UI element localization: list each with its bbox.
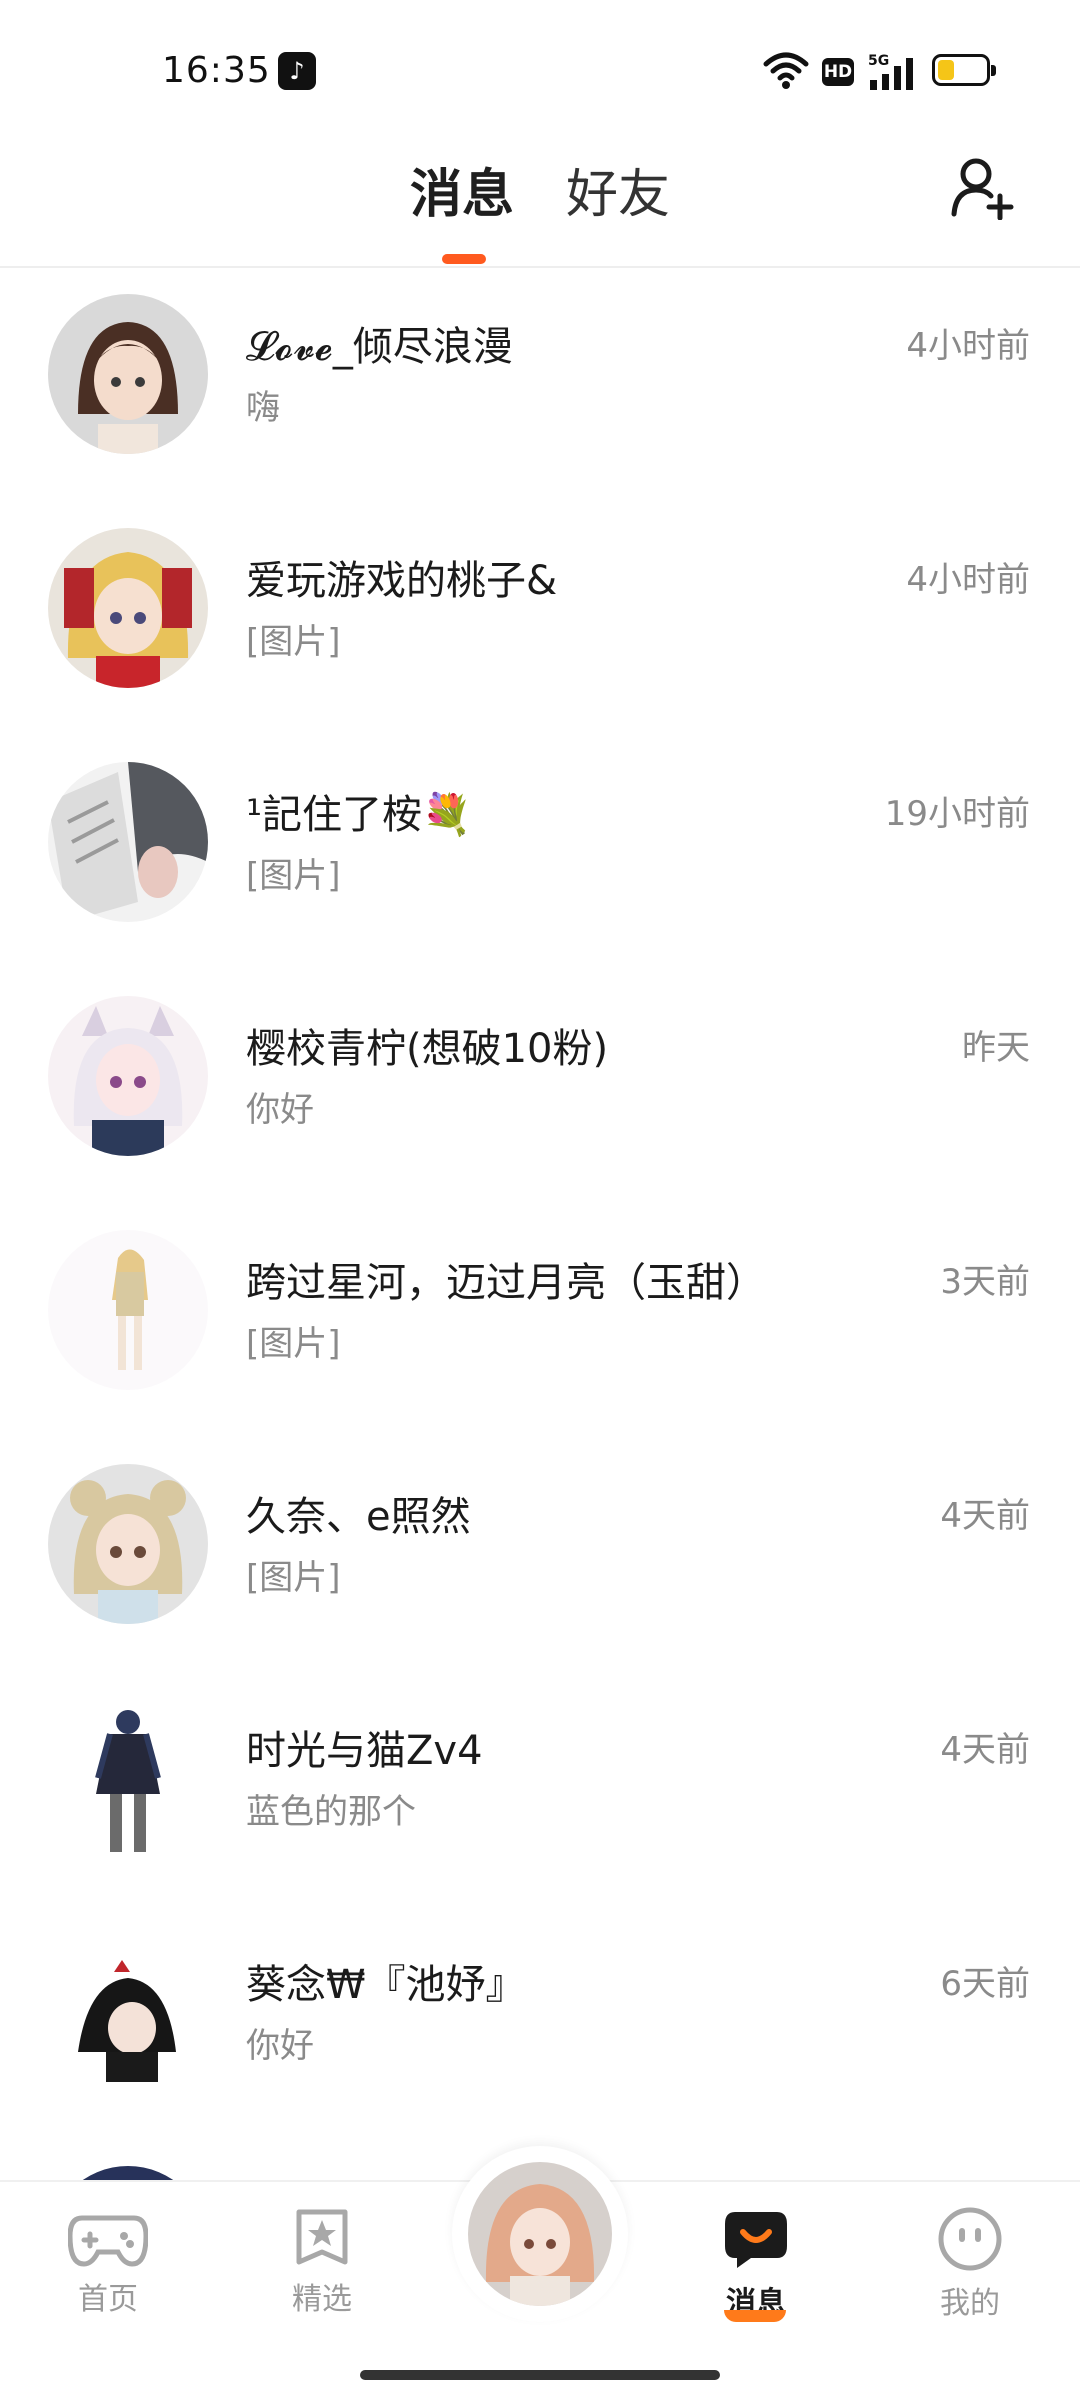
face-icon bbox=[938, 2207, 1002, 2271]
conversation-preview: 你好 bbox=[246, 1090, 314, 1130]
status-bar: 16:35 ♪ HD 5G bbox=[0, 0, 1080, 140]
network-type-label: 5G bbox=[868, 53, 889, 69]
battery-icon bbox=[932, 54, 996, 86]
nav-profile-label: 我的 bbox=[940, 2286, 1000, 2321]
avatar bbox=[48, 2166, 208, 2180]
nav-active-indicator bbox=[724, 2310, 786, 2322]
conversation-name: 爱玩游戏的桃子& bbox=[246, 558, 558, 604]
nav-featured[interactable]: 精选 bbox=[252, 2206, 392, 2318]
center-avatar-button[interactable] bbox=[468, 2162, 612, 2306]
conversation-preview: [图片] bbox=[246, 856, 341, 896]
bottom-nav: 首页 精选 消息 我的 bbox=[0, 2146, 1080, 2402]
conversation-item[interactable]: ¹記住了桉💐 [图片] 19小时前 bbox=[0, 736, 1080, 970]
hd-voice-icon: HD bbox=[822, 58, 854, 86]
status-time: 16:35 bbox=[162, 50, 271, 91]
conversation-item[interactable]: 𝓛𝓸𝓿𝓮_倾尽浪漫 嗨 4小时前 bbox=[0, 268, 1080, 502]
conversation-item[interactable]: 葵念₩『池妤』 你好 6天前 bbox=[0, 1906, 1080, 2140]
nav-home-label: 首页 bbox=[78, 2282, 138, 2317]
conversation-name: 时光与猫Zv4 bbox=[246, 1728, 483, 1774]
conversation-preview: [图片] bbox=[246, 622, 341, 662]
conversation-time: 4天前 bbox=[940, 1730, 1030, 1770]
conversation-time: 昨天 bbox=[962, 1028, 1030, 1068]
conversation-time: 6天前 bbox=[940, 1964, 1030, 2004]
conversation-list[interactable]: 𝓛𝓸𝓿𝓮_倾尽浪漫 嗨 4小时前 爱玩游戏的桃子& [图片] 4小时前 ¹記住了… bbox=[0, 268, 1080, 2180]
wifi-icon bbox=[763, 52, 809, 89]
avatar bbox=[48, 528, 208, 688]
header: 消息 好友 bbox=[0, 140, 1080, 268]
conversation-time: 4小时前 bbox=[906, 326, 1030, 366]
conversation-preview: [图片] bbox=[246, 1558, 341, 1598]
active-tab-indicator bbox=[442, 254, 486, 264]
conversation-time: 4天前 bbox=[940, 1496, 1030, 1536]
tiktok-notification-icon: ♪ bbox=[278, 52, 316, 90]
signal-5g-icon: 5G bbox=[868, 53, 913, 90]
avatar bbox=[48, 762, 208, 922]
conversation-preview: 蓝色的那个 bbox=[246, 1792, 416, 1832]
conversation-preview: [图片] bbox=[246, 1324, 341, 1364]
gamepad-icon bbox=[68, 2215, 148, 2267]
conversation-name: 𝓛𝓸𝓿𝓮_倾尽浪漫 bbox=[246, 324, 513, 370]
conversation-time: 4小时前 bbox=[906, 560, 1030, 600]
avatar bbox=[48, 996, 208, 1156]
nav-profile[interactable]: 我的 bbox=[900, 2206, 1040, 2322]
conversation-item[interactable]: 久奈、e照然 [图片] 4天前 bbox=[0, 1438, 1080, 1672]
avatar bbox=[48, 294, 208, 454]
nav-featured-label: 精选 bbox=[292, 2282, 352, 2317]
conversation-item[interactable]: 樱校青柠(想破10粉) 你好 昨天 bbox=[0, 970, 1080, 1204]
nav-home[interactable]: 首页 bbox=[38, 2206, 178, 2318]
conversation-item[interactable]: 时光与猫Zv4 蓝色的那个 4天前 bbox=[0, 1672, 1080, 1906]
conversation-time: 19小时前 bbox=[884, 794, 1030, 834]
chat-bubble-icon bbox=[725, 2212, 787, 2268]
conversation-preview: 你好 bbox=[246, 2026, 314, 2066]
conversation-name: 久奈、e照然 bbox=[246, 1494, 471, 1540]
tab-friends[interactable]: 好友 bbox=[566, 152, 670, 227]
avatar bbox=[48, 1464, 208, 1624]
home-indicator[interactable] bbox=[360, 2370, 720, 2380]
conversation-name: 葵念₩『池妤』 bbox=[246, 1962, 526, 2008]
conversation-item[interactable]: 跨过星河，迈过月亮（玉甜） [图片] 3天前 bbox=[0, 1204, 1080, 1438]
conversation-preview: 嗨 bbox=[246, 388, 280, 428]
conversation-time: 3天前 bbox=[940, 1262, 1030, 1302]
conversation-name: ¹記住了桉💐 bbox=[246, 792, 472, 838]
add-friend-icon[interactable] bbox=[950, 156, 1014, 220]
nav-messages[interactable]: 消息 bbox=[686, 2206, 826, 2322]
conversation-name: 樱校青柠(想破10粉) bbox=[246, 1026, 609, 1072]
conversation-item[interactable]: 爱玩游戏的桃子& [图片] 4小时前 bbox=[0, 502, 1080, 736]
avatar bbox=[48, 1230, 208, 1390]
conversation-name: 跨过星河，迈过月亮（玉甜） bbox=[246, 1260, 766, 1306]
battery-fill bbox=[938, 60, 954, 80]
star-badge-icon bbox=[296, 2209, 348, 2265]
tab-messages[interactable]: 消息 bbox=[410, 152, 514, 227]
avatar bbox=[48, 1698, 208, 1858]
avatar bbox=[48, 1932, 208, 2092]
